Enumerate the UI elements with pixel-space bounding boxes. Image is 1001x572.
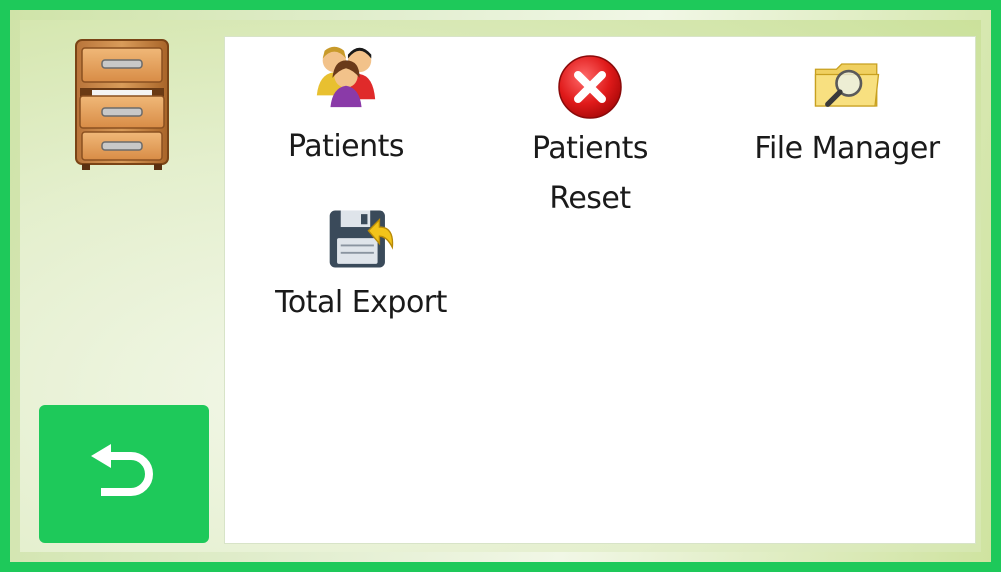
app-label: Total Export (275, 285, 447, 320)
app-patients-reset[interactable]: Patients Reset (510, 52, 670, 224)
app-label: File Manager (754, 131, 940, 166)
app-file-manager[interactable]: File Manager (732, 50, 962, 174)
floppy-export-icon (326, 204, 396, 274)
red-x-icon (555, 52, 625, 122)
patients-group-icon (311, 40, 381, 110)
app-label: Patients Reset (531, 131, 649, 216)
back-button[interactable] (39, 405, 209, 543)
app-label: Patients (287, 129, 405, 164)
file-cabinet-icon (72, 36, 172, 172)
back-arrow-icon (89, 442, 159, 506)
folder-search-icon (812, 50, 882, 120)
app-patients[interactable]: Patients (266, 40, 426, 172)
app-total-export[interactable]: Total Export (246, 204, 476, 328)
